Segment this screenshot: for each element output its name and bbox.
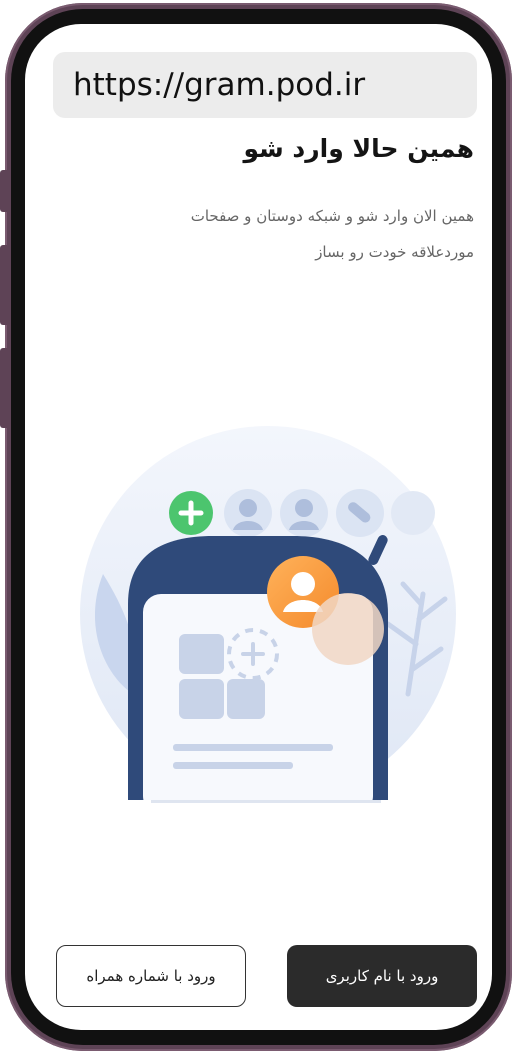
address-bar[interactable]: https://gram.pod.ir (53, 52, 477, 118)
phone-login-button[interactable]: ورود با شماره همراه (56, 945, 246, 1007)
subtitle-line-2: موردعلاقه خودت رو بساز (315, 243, 474, 261)
username-login-button[interactable]: ورود با نام کاربری (287, 945, 477, 1007)
page-subtitle: همین الان وارد شو و شبکه دوستان و صفحات … (54, 198, 474, 270)
volume-up-button (0, 245, 7, 325)
username-login-label: ورود با نام کاربری (325, 967, 439, 985)
subtitle-line-1: همین الان وارد شو و شبکه دوستان و صفحات (190, 207, 474, 225)
phone-screen: https://gram.pod.ir همین حالا وارد شو هم… (25, 24, 492, 1030)
phone-login-label: ورود با شماره همراه (86, 967, 216, 985)
page-title: همین حالا وارد شو (243, 134, 474, 163)
volume-down-button (0, 348, 7, 428)
silent-switch (0, 170, 7, 212)
url-text: https://gram.pod.ir (73, 67, 366, 103)
onboarding-illustration (80, 426, 456, 803)
